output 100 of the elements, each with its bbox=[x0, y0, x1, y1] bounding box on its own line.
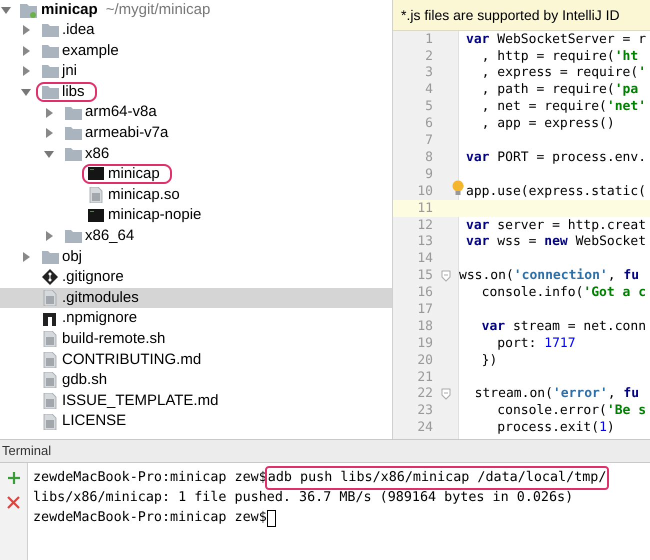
notification-banner: *.js files are supported by IntelliJ ID bbox=[393, 0, 650, 31]
folder-icon bbox=[65, 228, 82, 244]
tree-row[interactable]: .gitignore bbox=[0, 267, 392, 288]
collapsed-arrow-icon[interactable] bbox=[20, 24, 32, 36]
tree-item-label[interactable]: armeabi-v7a bbox=[85, 122, 168, 145]
tree-row[interactable]: minicap bbox=[0, 164, 392, 185]
tree-item-label[interactable]: .gitignore bbox=[62, 266, 124, 289]
tree-item-label[interactable]: build-remote.sh bbox=[62, 328, 166, 350]
tree-item-label[interactable]: .idea bbox=[62, 19, 95, 42]
tree-item-label[interactable]: LICENSE bbox=[62, 410, 126, 433]
text-file-icon bbox=[42, 331, 59, 348]
tree-row[interactable]: minicap.so bbox=[0, 184, 392, 206]
code-line: var stream = net.conn bbox=[480, 318, 646, 336]
tree-item-label[interactable]: .npmignore bbox=[62, 307, 138, 330]
text-file-icon bbox=[42, 352, 59, 368]
tree-item-label[interactable]: libs bbox=[62, 80, 85, 104]
collapsed-arrow-icon[interactable] bbox=[43, 127, 55, 140]
collapsed-arrow-icon[interactable] bbox=[20, 44, 32, 57]
line-number: 19 bbox=[416, 334, 433, 353]
tree-row[interactable]: CONTRIBUTING.md bbox=[0, 350, 392, 370]
tree-item-label[interactable]: CONTRIBUTING.md bbox=[62, 348, 202, 372]
terminal-prompt: zewdeMacBook-Pro:minicap zew$ bbox=[33, 469, 267, 487]
tree-row[interactable]: example bbox=[0, 40, 392, 62]
terminal-command: adb push libs/x86/minicap /data/local/tmp/ bbox=[266, 468, 608, 488]
code-line: process.exit(1) bbox=[496, 419, 615, 438]
folder-icon bbox=[65, 104, 82, 121]
tree-item-label[interactable]: gdb.sh bbox=[62, 369, 108, 392]
terminal-file-icon bbox=[88, 166, 105, 182]
tree-row[interactable]: LICENSE bbox=[0, 411, 392, 432]
tree-row[interactable]: armeabi-v7a bbox=[0, 122, 392, 144]
line-number: 15 bbox=[416, 267, 433, 286]
git-icon bbox=[42, 269, 59, 286]
tree-row[interactable]: ISSUE_TEMPLATE.md bbox=[0, 390, 392, 412]
code-line: , app = express() bbox=[480, 115, 615, 134]
line-number: 16 bbox=[416, 284, 433, 302]
text-file-icon bbox=[42, 290, 59, 306]
text-file-icon bbox=[42, 372, 59, 388]
tree-item-label[interactable]: jni bbox=[62, 60, 78, 83]
tree-row[interactable]: jni bbox=[0, 61, 392, 82]
tree-row[interactable]: x86_64 bbox=[0, 226, 392, 247]
code-line: var PORT = process.env. bbox=[466, 148, 646, 167]
tree-row[interactable]: minicap-nopie bbox=[0, 205, 392, 226]
code-line: , express = require(' bbox=[480, 64, 646, 82]
lightbulb-icon[interactable] bbox=[451, 180, 465, 196]
terminal-output: libs/x86/minicap: 1 file pushed. 36.7 MB/s (989164 bytes in 0.026s) bbox=[33, 489, 574, 507]
tree-item-label[interactable]: x86 bbox=[85, 142, 110, 166]
collapsed-arrow-icon[interactable] bbox=[20, 250, 32, 263]
line-number: 10 bbox=[416, 182, 433, 201]
tree-row[interactable]: .idea bbox=[0, 20, 392, 41]
text-file-icon bbox=[42, 392, 59, 409]
line-number: 20 bbox=[416, 352, 433, 370]
tree-row[interactable]: .npmignore bbox=[0, 308, 392, 329]
line-number: 9 bbox=[424, 166, 433, 184]
expanded-arrow-icon[interactable] bbox=[20, 86, 32, 98]
expanded-arrow-icon[interactable] bbox=[0, 4, 12, 16]
tree-item-label[interactable]: ISSUE_TEMPLATE.md bbox=[62, 390, 218, 412]
tree-item-label[interactable]: arm64-v8a bbox=[85, 101, 157, 124]
tree-row[interactable]: obj bbox=[0, 246, 392, 268]
line-number: 3 bbox=[424, 64, 433, 82]
add-icon[interactable] bbox=[6, 471, 20, 485]
folder-icon bbox=[65, 146, 82, 162]
code-line: port: 1717 bbox=[496, 334, 576, 353]
project-name[interactable]: minicap bbox=[41, 0, 98, 22]
code-line: console.error('Be s bbox=[496, 402, 646, 420]
tree-row[interactable]: x86 bbox=[0, 144, 392, 164]
line-number: 1 bbox=[424, 31, 433, 49]
folder-icon bbox=[42, 22, 59, 38]
code-line: stream.on('error', fu bbox=[474, 385, 640, 404]
collapsed-arrow-icon[interactable] bbox=[43, 230, 55, 242]
terminal-file-icon bbox=[88, 208, 105, 224]
line-number: 6 bbox=[424, 115, 433, 134]
line-number: 8 bbox=[424, 148, 433, 167]
tree-row[interactable]: libs bbox=[0, 82, 392, 102]
tree-item-label[interactable]: x86_64 bbox=[85, 224, 134, 248]
line-number: 17 bbox=[416, 300, 433, 319]
tree-row[interactable]: arm64-v8a bbox=[0, 102, 392, 123]
tree-row[interactable]: gdb.sh bbox=[0, 370, 392, 391]
code-line: var server = http.creat bbox=[466, 216, 646, 234]
tree-item-label[interactable]: minicap bbox=[108, 163, 160, 186]
tree-item-label[interactable]: obj bbox=[62, 246, 82, 268]
tree-row[interactable]: build-remote.sh bbox=[0, 328, 392, 350]
folder-icon bbox=[42, 248, 59, 265]
collapsed-arrow-icon[interactable] bbox=[20, 65, 32, 78]
tree-item-label[interactable]: example bbox=[62, 40, 119, 62]
collapsed-arrow-icon[interactable] bbox=[43, 106, 55, 119]
folder-icon bbox=[42, 84, 59, 100]
line-number: 21 bbox=[416, 368, 433, 387]
tree-item-label[interactable]: .gitmodules bbox=[62, 286, 139, 310]
code-line: , net = require('net' bbox=[480, 98, 646, 116]
close-icon[interactable] bbox=[7, 496, 20, 509]
code-line: wss.on('connection', fu bbox=[459, 267, 640, 286]
tree-item-label[interactable]: minicap.so bbox=[108, 184, 180, 206]
line-number: 24 bbox=[416, 419, 433, 438]
code-line: , http = require('ht bbox=[480, 48, 638, 66]
line-number: 2 bbox=[424, 48, 433, 66]
fold-marker-icon[interactable] bbox=[441, 270, 451, 282]
module-folder-icon bbox=[20, 1, 38, 19]
code-line: app.use(express.static( bbox=[466, 182, 646, 201]
tree-item-label[interactable]: minicap-nopie bbox=[108, 204, 202, 227]
selected-row[interactable]: .gitmodules bbox=[0, 288, 392, 308]
